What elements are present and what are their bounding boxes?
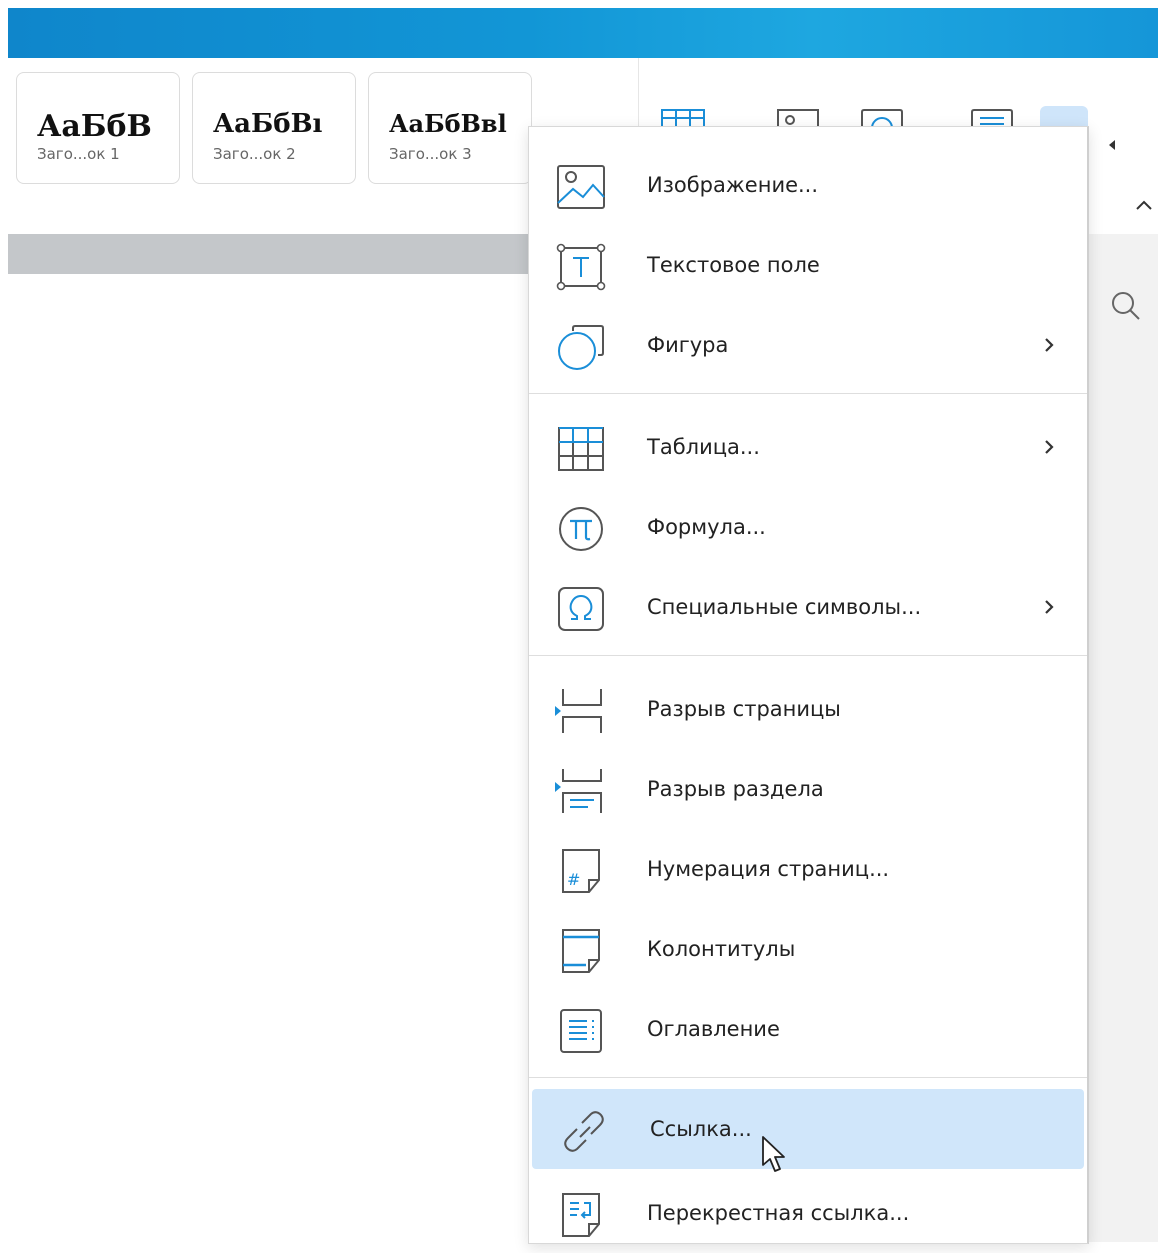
svg-text:#: # <box>567 870 580 889</box>
formula-icon <box>559 507 603 551</box>
menu-item-label: Специальные символы... <box>647 595 922 619</box>
style-heading-3[interactable]: АаБбВвl Заго...ок 3 <box>368 72 532 184</box>
page-break-icon <box>555 689 602 733</box>
image-icon[interactable] <box>772 106 824 128</box>
menu-item-table[interactable]: Таблица... <box>529 407 1087 487</box>
table-icon <box>558 427 604 471</box>
menu-item-header-footer[interactable]: Колонтитулы <box>529 909 1087 989</box>
style-caption: Заго...ок 2 <box>213 145 296 163</box>
document-area[interactable] <box>8 274 530 1242</box>
style-sample: АаБбВвl <box>389 109 507 138</box>
menu-item-label: Разрыв страницы <box>647 697 841 721</box>
insert-menu: Изображение... Текстовое поле Фигура Таб… <box>528 126 1089 1244</box>
image-icon <box>557 165 605 209</box>
ruler-band <box>8 234 530 274</box>
menu-item-section-break[interactable]: Разрыв раздела <box>529 749 1087 829</box>
link-icon <box>564 1111 604 1152</box>
section-break-icon <box>555 769 602 813</box>
menu-item-image[interactable]: Изображение... <box>529 145 1087 225</box>
window-edge <box>0 0 8 1242</box>
menu-item-label: Оглавление <box>647 1017 780 1041</box>
menu-item-shape[interactable]: Фигура <box>529 305 1087 385</box>
shape-icon <box>558 325 604 370</box>
style-heading-1[interactable]: АаБбВ Заго...ок 1 <box>16 72 180 184</box>
text-box-icon <box>556 243 606 291</box>
menu-item-label: Таблица... <box>647 435 760 459</box>
style-sample: АаБбВ <box>37 109 152 144</box>
page-number-icon: # <box>562 849 600 893</box>
menu-item-formula[interactable]: Формула... <box>529 487 1087 567</box>
title-bar <box>8 8 1158 58</box>
submenu-arrow-icon <box>1045 338 1054 352</box>
menu-item-label: Ссылка... <box>650 1117 752 1141</box>
menu-item-cross-reference[interactable]: Перекрестная ссылка... <box>529 1173 1087 1253</box>
menu-item-link[interactable]: Ссылка... <box>532 1089 1084 1169</box>
menu-separator <box>529 655 1087 656</box>
menu-item-label: Фигура <box>647 333 729 357</box>
style-heading-2[interactable]: АаБбВı Заго...ок 2 <box>192 72 356 184</box>
side-panel <box>1087 234 1158 1242</box>
toc-icon <box>560 1009 602 1053</box>
menu-item-label: Разрыв раздела <box>647 777 824 801</box>
header-footer-icon <box>562 929 600 973</box>
cross-reference-icon <box>562 1193 600 1237</box>
shape-icon[interactable] <box>856 106 908 128</box>
menu-item-page-break[interactable]: Разрыв страницы <box>529 669 1087 749</box>
menu-item-label: Текстовое поле <box>647 253 820 277</box>
menu-separator <box>529 1077 1087 1078</box>
scroll-left-icon[interactable] <box>1106 138 1118 152</box>
omega-icon <box>558 587 604 631</box>
collapse-ribbon-icon[interactable] <box>1134 198 1154 212</box>
menu-separator <box>529 393 1087 394</box>
table-icon[interactable] <box>658 106 710 128</box>
submenu-arrow-icon <box>1045 440 1054 454</box>
style-sample: АаБбВı <box>213 109 323 139</box>
mouse-pointer-icon <box>762 1136 785 1172</box>
menu-item-table-of-contents[interactable]: Оглавление <box>529 989 1087 1069</box>
search-icon[interactable] <box>1110 290 1142 322</box>
menu-item-label: Перекрестная ссылка... <box>647 1201 910 1225</box>
style-caption: Заго...ок 1 <box>37 145 120 163</box>
menu-item-label: Изображение... <box>647 173 819 197</box>
insert-button-active[interactable] <box>1040 106 1088 128</box>
text-icon[interactable] <box>966 106 1018 128</box>
menu-item-page-numbering[interactable]: # Нумерация страниц... <box>529 829 1087 909</box>
menu-item-label: Колонтитулы <box>647 937 796 961</box>
submenu-arrow-icon <box>1045 600 1054 614</box>
menu-item-special-characters[interactable]: Специальные символы... <box>529 567 1087 647</box>
menu-item-label: Формула... <box>647 515 766 539</box>
menu-item-text-box[interactable]: Текстовое поле <box>529 225 1087 305</box>
style-caption: Заго...ок 3 <box>389 145 472 163</box>
menu-item-label: Нумерация страниц... <box>647 857 890 881</box>
